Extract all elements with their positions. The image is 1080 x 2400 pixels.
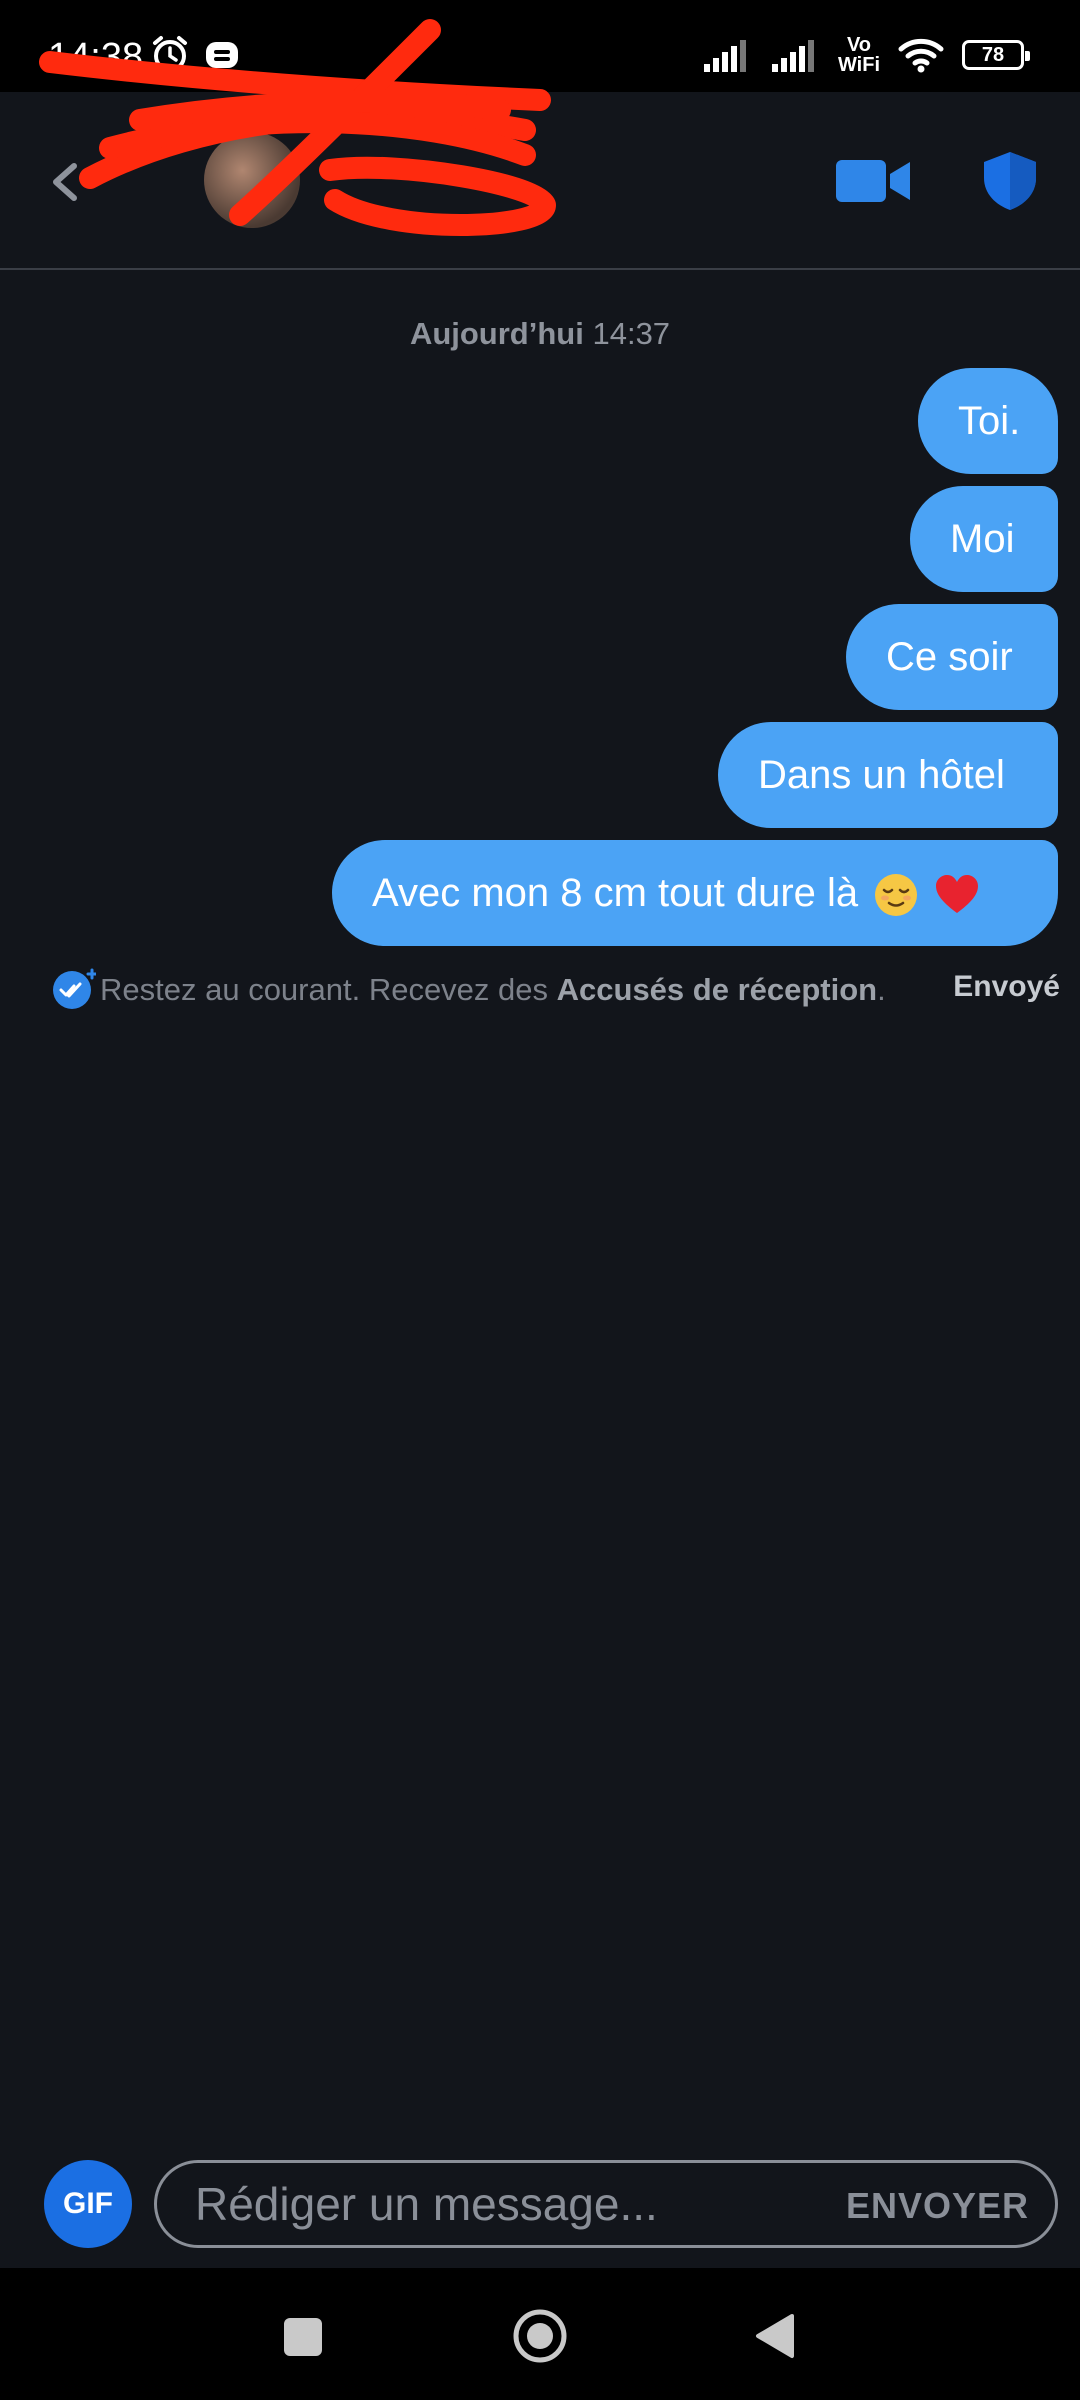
message-bubble[interactable]: Avec mon 8 cm tout dure là bbox=[332, 840, 1058, 946]
message-text: Avec mon 8 cm tout dure là bbox=[372, 871, 859, 915]
signal-icon bbox=[771, 40, 814, 72]
message-bubble[interactable]: Dans un hôtel bbox=[718, 722, 1058, 828]
recents-icon[interactable] bbox=[284, 2318, 322, 2356]
receipt-link[interactable]: Accusés de réception bbox=[557, 972, 877, 1007]
home-icon[interactable] bbox=[512, 2308, 568, 2364]
date-separator: Aujourd’hui 14:37 bbox=[0, 316, 1080, 352]
wifi-icon bbox=[898, 38, 944, 73]
message-composer: ENVOYER bbox=[154, 2160, 1058, 2248]
send-button[interactable]: ENVOYER bbox=[846, 2185, 1029, 2227]
battery-level: 78 bbox=[981, 43, 1005, 66]
read-receipt-icon bbox=[53, 968, 96, 1009]
back-triangle-icon[interactable] bbox=[752, 2312, 796, 2360]
redaction-scribble bbox=[39, 19, 556, 236]
message-text: Moi bbox=[950, 517, 1015, 561]
message-bubble[interactable]: Moi bbox=[910, 486, 1058, 592]
shield-icon[interactable] bbox=[982, 150, 1038, 212]
message-input[interactable] bbox=[195, 2163, 795, 2245]
vowifi-indicator: Vo WiFi bbox=[838, 35, 880, 75]
message-bubble[interactable]: Ce soir bbox=[846, 604, 1058, 710]
message-text: Toi. bbox=[958, 399, 1021, 443]
vowifi-bottom: WiFi bbox=[837, 54, 880, 76]
message-text: Ce soir bbox=[886, 635, 1013, 679]
message-text: Dans un hôtel bbox=[758, 753, 1005, 797]
system-nav-bar bbox=[0, 2268, 1080, 2400]
read-receipt-text: Restez au courant. Recevez des Accusés d… bbox=[100, 972, 886, 1008]
message-status: Envoyé bbox=[953, 970, 1060, 1003]
battery-icon: 78 bbox=[962, 40, 1030, 70]
date-time: 14:37 bbox=[592, 316, 671, 351]
video-call-icon[interactable] bbox=[836, 156, 912, 206]
red-heart-emoji-icon bbox=[936, 875, 979, 914]
status-right-group: Vo WiFi 78 bbox=[702, 34, 1030, 76]
gif-label: GIF bbox=[63, 2187, 113, 2220]
relieved-face-emoji-icon bbox=[875, 874, 918, 917]
message-bubble[interactable]: Toi. bbox=[918, 368, 1058, 474]
read-receipt-banner[interactable]: Restez au courant. Recevez des Accusés d… bbox=[52, 966, 1060, 1010]
receipt-suffix: . bbox=[877, 972, 886, 1007]
receipt-prefix: Restez au courant. Recevez des bbox=[100, 972, 557, 1007]
signal-icon bbox=[703, 40, 746, 72]
gif-button[interactable]: GIF bbox=[44, 2160, 132, 2248]
date-day: Aujourd’hui bbox=[409, 316, 584, 351]
vowifi-top: Vo bbox=[846, 34, 872, 56]
